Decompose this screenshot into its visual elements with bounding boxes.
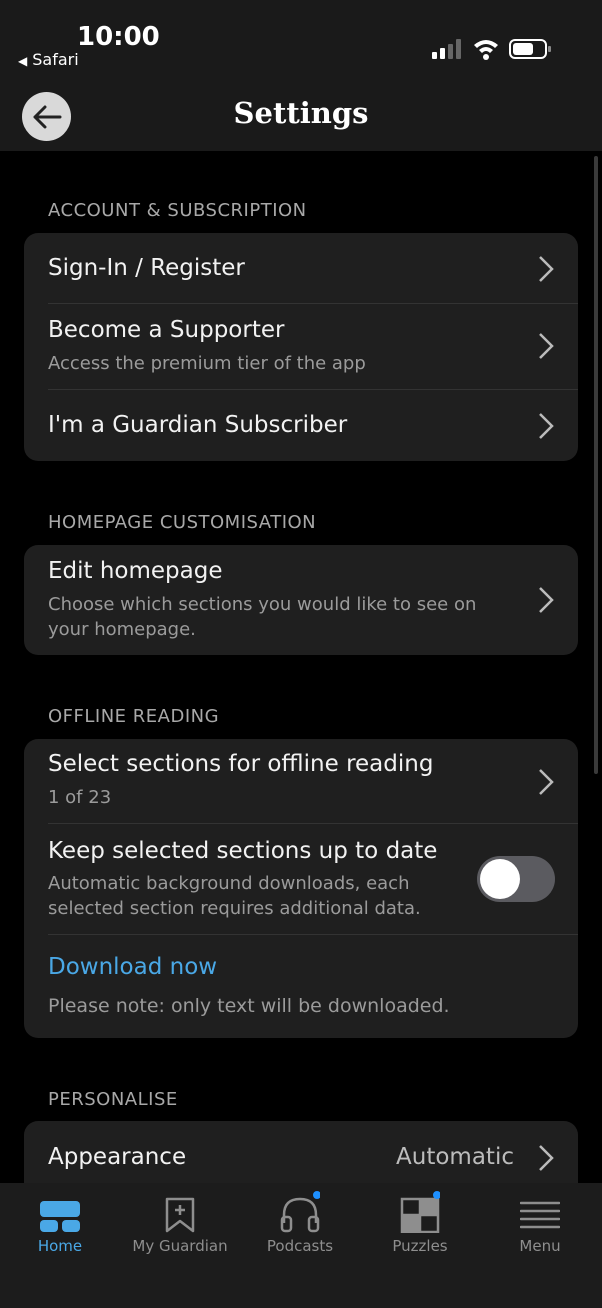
back-to-app-link[interactable]: ◀ Safari bbox=[18, 50, 79, 69]
bookmark-icon bbox=[165, 1197, 195, 1233]
battery-icon bbox=[509, 39, 551, 59]
tab-label: Podcasts bbox=[266, 1237, 334, 1255]
tab-menu[interactable]: Menu bbox=[480, 1183, 600, 1273]
sign-in-label: Sign-In / Register bbox=[48, 255, 245, 281]
page-title: Settings bbox=[233, 96, 369, 130]
scrollbar[interactable] bbox=[594, 156, 598, 774]
account-card: Sign-In / Register Become a Supporter Ac… bbox=[24, 233, 578, 461]
edit-homepage-label: Edit homepage bbox=[48, 558, 223, 584]
sign-in-row[interactable]: Sign-In / Register bbox=[24, 233, 578, 304]
guardian-subscriber-row[interactable]: I'm a Guardian Subscriber bbox=[24, 390, 578, 461]
cellular-signal-icon bbox=[432, 39, 461, 59]
crossword-icon bbox=[400, 1191, 440, 1233]
tab-home[interactable]: Home bbox=[0, 1183, 120, 1273]
keep-up-to-date-subtitle: Automatic background downloads, each sel… bbox=[48, 873, 421, 919]
navigation-bar: Settings bbox=[0, 84, 602, 151]
home-icon bbox=[40, 1201, 80, 1232]
tab-puzzles[interactable]: Puzzles bbox=[360, 1183, 480, 1273]
download-now-row: Download now Please note: only text will… bbox=[24, 935, 578, 1038]
section-header-offline: OFFLINE READING bbox=[48, 706, 220, 727]
edit-homepage-subtitle: Choose which sections you would like to … bbox=[48, 594, 477, 640]
chevron-right-icon bbox=[539, 333, 554, 359]
headphones-icon bbox=[280, 1191, 320, 1233]
settings-list[interactable]: ACCOUNT & SUBSCRIPTION Sign-In / Registe… bbox=[0, 151, 602, 1183]
select-offline-sections-count: 1 of 23 bbox=[48, 787, 112, 808]
keep-up-to-date-label: Keep selected sections up to date bbox=[48, 838, 438, 864]
tab-label: Menu bbox=[519, 1237, 561, 1255]
guardian-subscriber-label: I'm a Guardian Subscriber bbox=[48, 412, 348, 438]
back-app-label: Safari bbox=[32, 50, 79, 69]
chevron-right-icon bbox=[539, 256, 554, 282]
tab-label: Puzzles bbox=[392, 1237, 448, 1255]
tab-podcasts[interactable]: Podcasts bbox=[240, 1183, 360, 1273]
status-bar: 10:00 ◀ Safari bbox=[0, 0, 602, 84]
edit-homepage-row[interactable]: Edit homepage Choose which sections you … bbox=[24, 545, 578, 655]
become-supporter-label: Become a Supporter bbox=[48, 317, 285, 343]
select-offline-sections-row[interactable]: Select sections for offline reading 1 of… bbox=[24, 739, 578, 824]
tab-label: My Guardian bbox=[132, 1237, 228, 1255]
section-header-account: ACCOUNT & SUBSCRIPTION bbox=[48, 200, 307, 221]
tab-label: Home bbox=[37, 1237, 83, 1255]
personalise-card: Appearance Automatic bbox=[24, 1121, 578, 1183]
chevron-right-icon bbox=[539, 769, 554, 795]
status-icons bbox=[432, 39, 551, 60]
tab-my-guardian[interactable]: My Guardian bbox=[120, 1183, 240, 1273]
back-triangle-icon: ◀ bbox=[18, 54, 28, 68]
chevron-right-icon bbox=[539, 413, 554, 439]
homepage-card: Edit homepage Choose which sections you … bbox=[24, 545, 578, 655]
download-now-link[interactable]: Download now bbox=[48, 954, 217, 980]
wifi-icon bbox=[474, 40, 498, 60]
section-header-personalise: PERSONALISE bbox=[48, 1089, 178, 1110]
toggle-knob bbox=[480, 859, 520, 899]
select-offline-sections-label: Select sections for offline reading bbox=[48, 751, 434, 777]
home-indicator[interactable] bbox=[200, 1290, 402, 1296]
chevron-right-icon bbox=[539, 587, 554, 613]
menu-icon bbox=[520, 1201, 560, 1229]
offline-card: Select sections for offline reading 1 of… bbox=[24, 739, 578, 1038]
appearance-value: Automatic bbox=[396, 1144, 514, 1170]
appearance-label: Appearance bbox=[48, 1144, 187, 1170]
keep-up-to-date-row: Keep selected sections up to date Automa… bbox=[24, 824, 578, 935]
new-badge bbox=[313, 1191, 320, 1199]
download-note: Please note: only text will be downloade… bbox=[48, 995, 450, 1017]
status-time: 10:00 bbox=[77, 22, 160, 52]
chevron-right-icon bbox=[539, 1145, 554, 1171]
section-header-homepage: HOMEPAGE CUSTOMISATION bbox=[48, 512, 317, 533]
keep-up-to-date-toggle[interactable] bbox=[477, 856, 555, 902]
become-supporter-subtitle: Access the premium tier of the app bbox=[48, 353, 366, 374]
become-supporter-row[interactable]: Become a Supporter Access the premium ti… bbox=[24, 304, 578, 390]
appearance-row[interactable]: Appearance Automatic bbox=[24, 1121, 578, 1183]
